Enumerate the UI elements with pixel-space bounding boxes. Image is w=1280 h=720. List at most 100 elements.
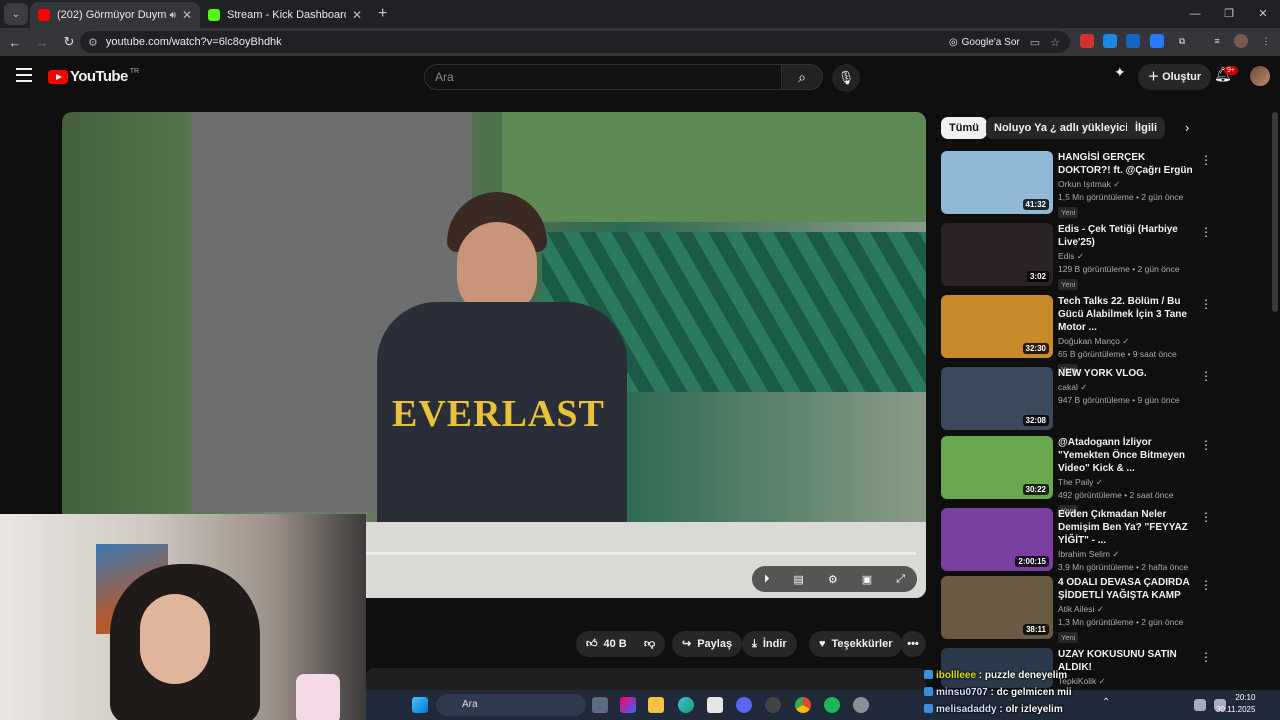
voice-search-button[interactable]: 🎙︎: [832, 64, 860, 92]
video-thumbnail[interactable]: 38:11: [941, 576, 1053, 639]
thanks-button[interactable]: ♥ Teşekkürler: [809, 631, 903, 657]
chips-next-icon[interactable]: ›: [1185, 120, 1189, 135]
download-button[interactable]: ⤓ İndir: [742, 631, 797, 657]
more-options-icon[interactable]: ⋮: [1200, 153, 1212, 167]
video-thumbnail[interactable]: 41:32: [941, 151, 1053, 214]
account-avatar[interactable]: [1250, 66, 1270, 86]
video-thumbnail[interactable]: 32:30: [941, 295, 1053, 358]
extension-red-icon[interactable]: [1080, 34, 1094, 48]
chip-all[interactable]: Tümü: [941, 117, 987, 139]
minimize-icon[interactable]: —: [1178, 0, 1212, 28]
more-actions-button[interactable]: •••: [900, 631, 926, 657]
taskbar-clock[interactable]: 20:10 30.11.2025: [1216, 692, 1255, 716]
browser-menu-icon[interactable]: ⋮: [1259, 34, 1273, 48]
video-title[interactable]: HANGİSİ GERÇEK DOKTOR?! ft. @Çağrı Ergün: [1058, 151, 1198, 177]
store-icon[interactable]: [707, 697, 723, 713]
video-thumbnail[interactable]: 30:22: [941, 436, 1053, 499]
chrome-icon[interactable]: [795, 697, 811, 713]
recommendation-item[interactable]: 38:11 4 ODALI DEVASA ÇADIRDA ŞİDDETLİ YAĞ…: [941, 576, 1212, 643]
video-title[interactable]: @Atadogann İzliyor "Yemekten Önce Bitmey…: [1058, 436, 1198, 475]
windows-start-icon[interactable]: [412, 697, 428, 713]
reload-icon[interactable]: ↻: [57, 34, 81, 50]
taskbar-search[interactable]: Ara: [436, 694, 586, 716]
settings-gear-icon[interactable]: ⚙: [828, 573, 838, 586]
channel-name[interactable]: The Paily ✓: [1058, 477, 1198, 488]
search-button[interactable]: ⌕: [781, 64, 823, 90]
more-options-icon[interactable]: ⋮: [1200, 297, 1212, 311]
channel-name[interactable]: Doğukan Manço ✓: [1058, 336, 1198, 347]
restore-icon[interactable]: ❐: [1212, 0, 1246, 28]
more-options-icon[interactable]: ⋮: [1200, 438, 1212, 452]
fullscreen-icon[interactable]: ⤢: [896, 573, 905, 586]
video-progress-bar[interactable]: [366, 552, 916, 555]
more-options-icon[interactable]: ⋮: [1200, 510, 1212, 524]
video-title[interactable]: Evden Çıkmadan Neler Demişim Ben Ya? "FE…: [1058, 508, 1198, 547]
video-thumbnail[interactable]: 2:00:15: [941, 508, 1053, 571]
close-tab-icon[interactable]: ✕: [352, 8, 362, 22]
description-box[interactable]: [366, 668, 926, 690]
close-tab-icon[interactable]: ✕: [182, 8, 192, 22]
video-thumbnail[interactable]: 32:08: [941, 367, 1053, 430]
channel-name[interactable]: İbrahim Selim ✓: [1058, 549, 1198, 560]
search-input[interactable]: Ara: [424, 64, 782, 90]
spotify-icon[interactable]: [824, 697, 840, 713]
video-title[interactable]: Edis - Çek Tetiği (Harbiye Live'25): [1058, 223, 1198, 249]
subtitles-icon[interactable]: ▤: [794, 573, 804, 586]
install-icon[interactable]: ▭: [1030, 36, 1040, 49]
video-title[interactable]: 4 ODALI DEVASA ÇADIRDA ŞİDDETLİ YAĞIŞTA …: [1058, 576, 1198, 602]
channel-name[interactable]: Atik Ailesi ✓: [1058, 604, 1198, 615]
video-title[interactable]: NEW YORK VLOG.: [1058, 367, 1198, 380]
video-thumbnail[interactable]: 3:02: [941, 223, 1053, 286]
channel-name[interactable]: Edis ✓: [1058, 251, 1198, 262]
tab-youtube[interactable]: (202) Görmüyor Duymuyor 🔊︎ ✕: [30, 2, 200, 28]
back-icon[interactable]: ←: [3, 35, 27, 50]
menu-icon[interactable]: [16, 68, 32, 82]
create-button[interactable]: ＋ Oluştur: [1138, 64, 1212, 90]
miniplayer-icon[interactable]: ▣: [862, 573, 872, 586]
profile-avatar[interactable]: [1234, 34, 1248, 48]
obs-icon[interactable]: [765, 697, 781, 713]
discord-icon[interactable]: [736, 697, 752, 713]
edge-icon[interactable]: [678, 697, 694, 713]
site-info-icon[interactable]: ⚙: [88, 36, 98, 49]
like-button[interactable]: 👍︎ 40 B: [576, 631, 637, 657]
speaker-icon[interactable]: 🔊︎: [170, 10, 176, 21]
dislike-button[interactable]: 👎︎: [634, 631, 666, 657]
new-tab-button[interactable]: +: [378, 5, 387, 23]
video-title[interactable]: Tech Talks 22. Bölüm / Bu Gücü Alabilmek…: [1058, 295, 1198, 334]
media-control-icon[interactable]: ≡: [1210, 34, 1224, 48]
extension-translate-icon[interactable]: [1103, 34, 1117, 48]
forward-icon[interactable]: →: [30, 35, 54, 50]
extension-audio-icon[interactable]: [1126, 34, 1140, 48]
page-scrollbar[interactable]: [1272, 112, 1278, 312]
tab-kick[interactable]: Stream - Kick Dashboard ✕: [200, 2, 370, 28]
channel-name[interactable]: Orkun Işıtmak ✓: [1058, 179, 1198, 190]
bookmark-star-icon[interactable]: ☆: [1050, 36, 1060, 49]
copilot-icon[interactable]: [620, 697, 636, 713]
extensions-puzzle-icon[interactable]: ⧉: [1175, 34, 1189, 48]
youtube-logo[interactable]: YouTube TR: [48, 68, 139, 85]
more-options-icon[interactable]: ⋮: [1200, 650, 1212, 664]
recommendation-item[interactable]: 2:00:15 Evden Çıkmadan Neler Demişim Ben …: [941, 508, 1212, 572]
share-button[interactable]: ↪ Paylaş: [672, 631, 743, 657]
autoplay-toggle-icon[interactable]: ⏵: [764, 573, 770, 586]
tab-search-button[interactable]: ⌄: [4, 3, 28, 25]
recommendation-item[interactable]: 41:32 HANGİSİ GERÇEK DOKTOR?! ft. @Çağrı …: [941, 151, 1212, 218]
recommendation-item[interactable]: 32:30 Tech Talks 22. Bölüm / Bu Gücü Alab…: [941, 295, 1212, 375]
close-window-icon[interactable]: ✕: [1246, 0, 1280, 28]
task-view-icon[interactable]: [592, 697, 608, 713]
recommendation-item[interactable]: 3:02 Edis - Çek Tetiği (Harbiye Live'25) E…: [941, 223, 1212, 290]
live-chat-icon[interactable]: ✦: [1114, 64, 1126, 81]
video-thumbnail[interactable]: [941, 648, 1053, 688]
extension-shield-icon[interactable]: [1150, 34, 1164, 48]
google-lens-button[interactable]: ◎ Google'a Sor: [949, 37, 1020, 48]
recommendation-item[interactable]: 32:08 NEW YORK VLOG. cakal ✓ 947 B görüntül…: [941, 367, 1212, 431]
chip-related[interactable]: İlgili: [1127, 117, 1165, 139]
settings-icon[interactable]: [853, 697, 869, 713]
file-explorer-icon[interactable]: [648, 697, 664, 713]
more-options-icon[interactable]: ⋮: [1200, 225, 1212, 239]
more-options-icon[interactable]: ⋮: [1200, 369, 1212, 383]
tray-chevron-icon[interactable]: ⌃: [1102, 697, 1112, 713]
more-options-icon[interactable]: ⋮: [1200, 578, 1212, 592]
network-icon[interactable]: [1194, 699, 1206, 711]
